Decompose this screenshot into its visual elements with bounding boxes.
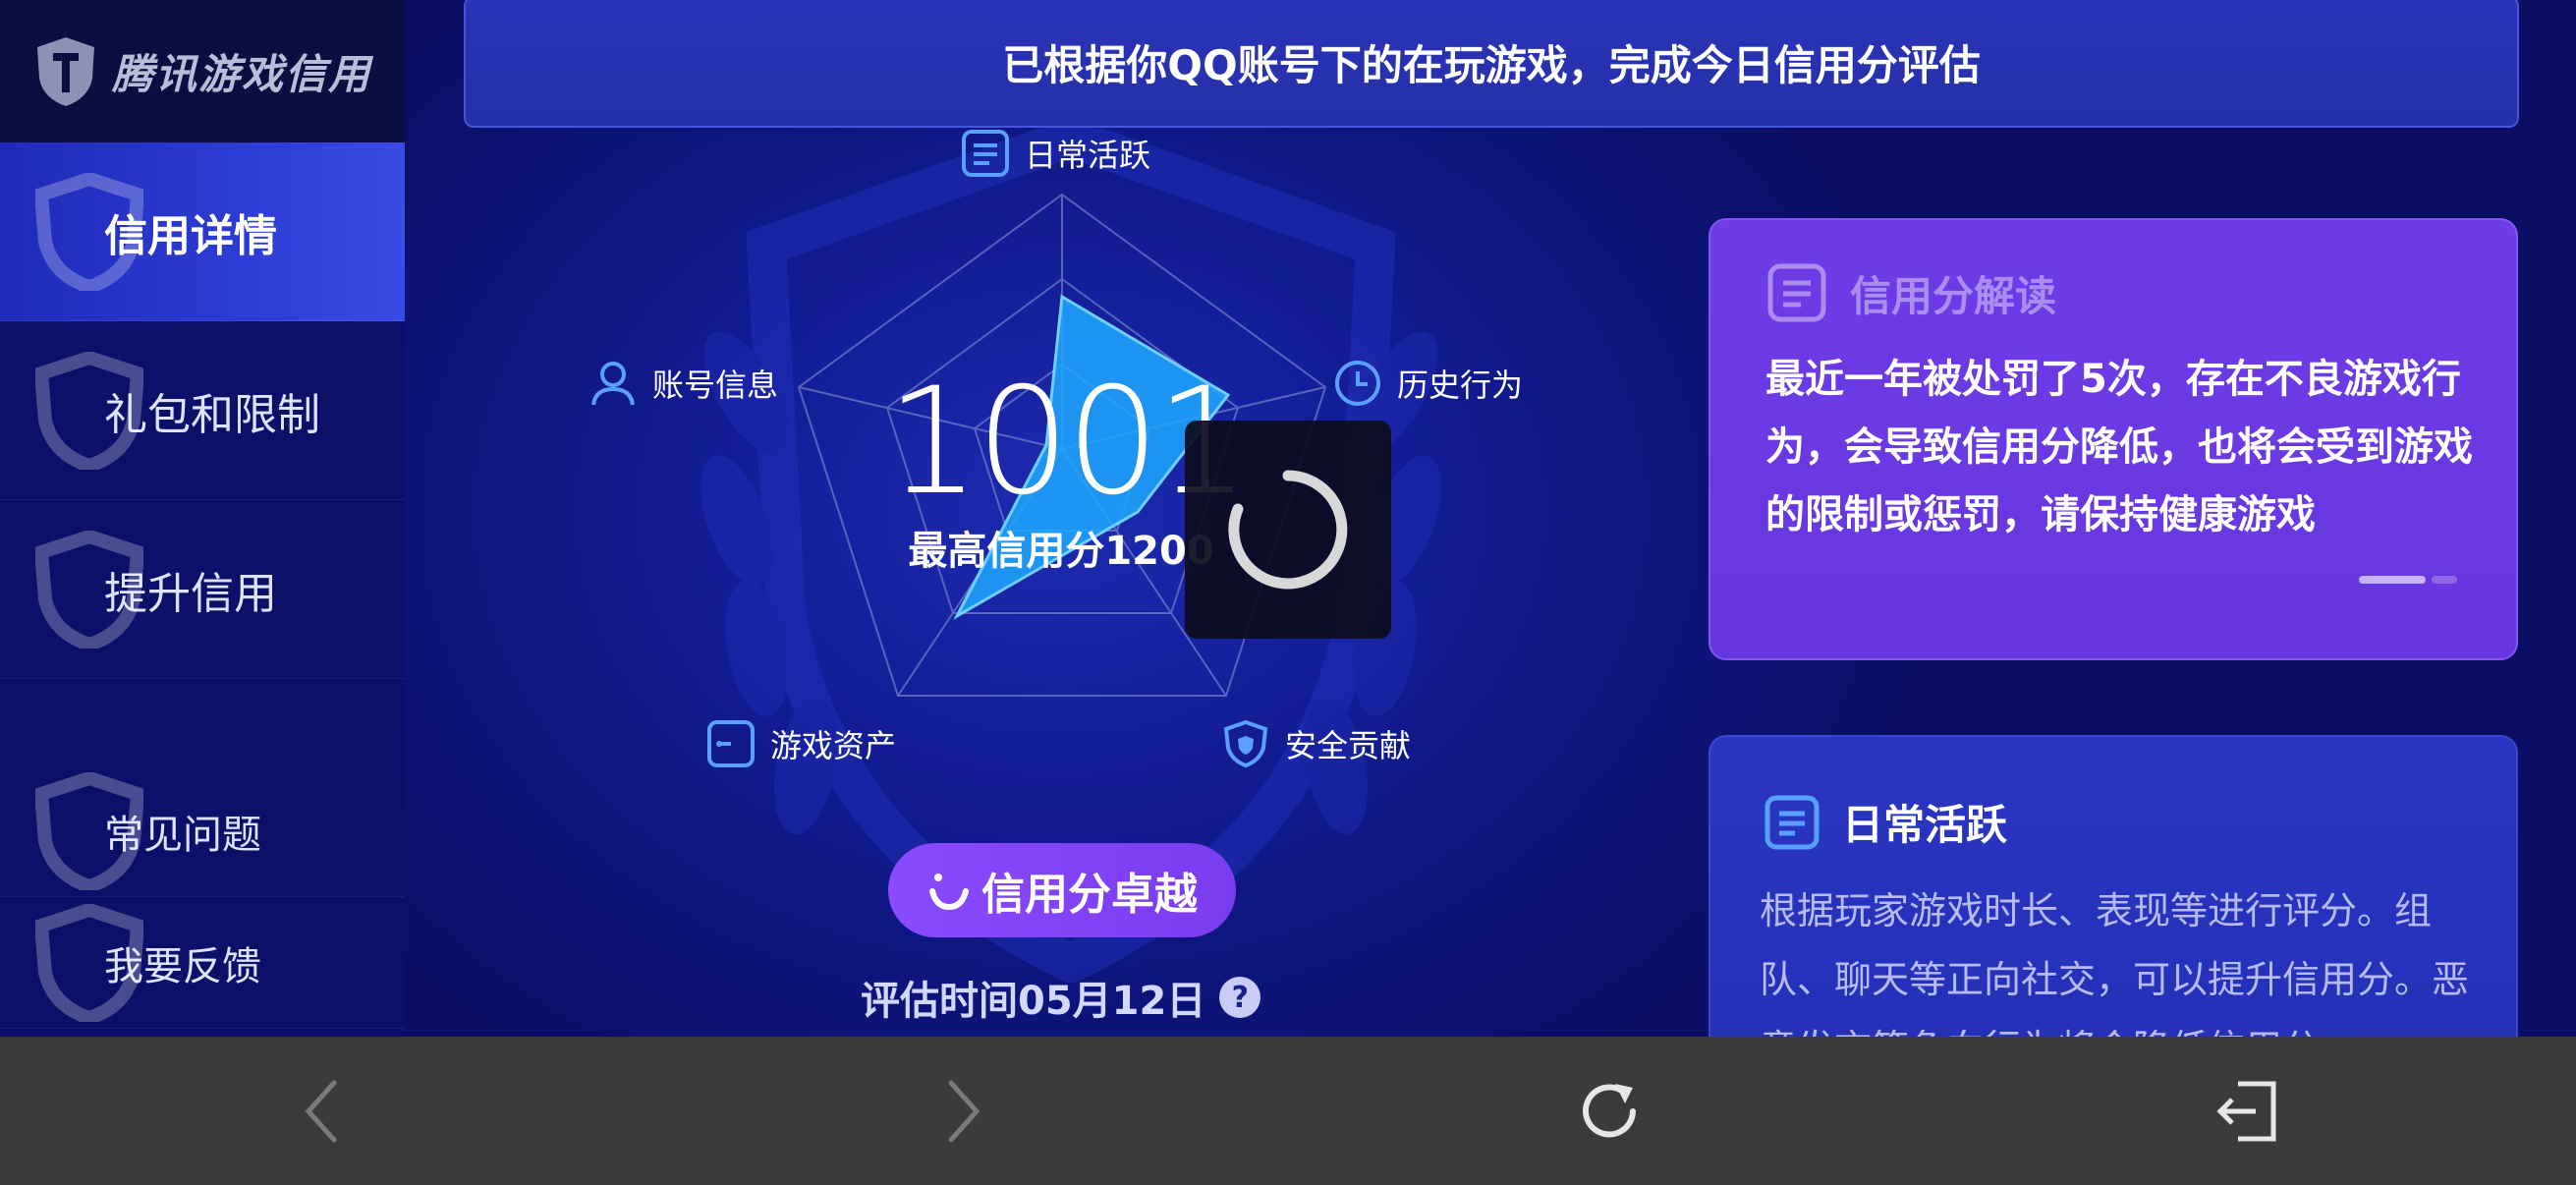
credit-level-button[interactable]: 信用分卓越 [888, 843, 1236, 937]
shield-watermark-icon [35, 904, 143, 1022]
axis-label-text: 游戏资产 [770, 727, 897, 764]
loading-overlay [1185, 421, 1391, 639]
sidebar-item-improve-credit[interactable]: 提升信用 [0, 500, 405, 679]
banner-text: 已根据你QQ账号下的在玩游戏，完成今日信用分评估 [1002, 40, 1981, 89]
loading-spinner-icon [1228, 470, 1348, 590]
sidebar-item-credit-details[interactable]: 信用详情 [0, 142, 405, 321]
document-icon [1764, 795, 1820, 849]
shield-watermark-icon [35, 351, 143, 470]
sidebar-item-gifts-limits[interactable]: 礼包和限制 [0, 321, 405, 500]
document-icon [962, 130, 1009, 177]
shield-watermark-icon [35, 530, 143, 649]
shield-watermark-icon [35, 172, 143, 291]
main-stage: 腾讯游戏信用 信用详情 礼包和限制 提升信用 常见问题 我要反馈 已根据你QQ账… [0, 0, 2576, 1037]
axis-security-contribution: 安全贡献 [1220, 718, 1411, 769]
brand-name: 腾讯游戏信用 [112, 50, 372, 98]
sidebar-item-feedback[interactable]: 我要反馈 [0, 898, 405, 1029]
axis-label-text: 账号信息 [652, 367, 779, 404]
credit-interpretation-card: 信用分解读 最近一年被处罚了5次，存在不良游戏行为，会导致信用分降低，也将会受到… [1708, 218, 2518, 660]
help-icon[interactable]: ? [1219, 977, 1261, 1018]
evaluation-time: 评估时间05月12日 ? [861, 968, 1261, 1027]
card-header: 信用分解读 [1765, 261, 2056, 324]
exit-icon [2216, 1081, 2276, 1142]
axis-label-text: 安全贡献 [1285, 727, 1412, 764]
sidebar-item-faq[interactable]: 常见问题 [0, 766, 405, 897]
refresh-button[interactable] [1562, 1064, 1656, 1158]
evaluation-time-text: 评估时间05月12日 [861, 979, 1206, 1024]
wallet-icon [707, 720, 755, 767]
sidebar: 腾讯游戏信用 信用详情 礼包和限制 提升信用 常见问题 我要反馈 [0, 0, 405, 1037]
forward-button[interactable] [916, 1064, 1010, 1158]
smile-icon [929, 874, 969, 911]
credit-level-label: 信用分卓越 [981, 870, 1198, 920]
document-icon [1767, 263, 1826, 322]
brand-logo-icon [37, 36, 94, 106]
axis-account-info: 账号信息 [588, 358, 778, 409]
axis-daily-activity: 日常活跃 [960, 128, 1150, 179]
forward-icon [948, 1080, 980, 1143]
page-indicator [2359, 576, 2457, 584]
axis-label-text: 历史行为 [1397, 367, 1524, 404]
refresh-icon [1583, 1084, 1636, 1138]
shield-icon [1223, 719, 1268, 768]
shield-watermark-icon [35, 772, 143, 890]
axis-label-text: 日常活跃 [1025, 137, 1151, 174]
axis-history-behavior: 历史行为 [1332, 358, 1523, 409]
exit-button[interactable] [2201, 1064, 2295, 1158]
user-icon [591, 362, 635, 406]
card-header: 日常活跃 [1764, 792, 2007, 852]
card-body-text: 根据玩家游戏时长、表现等进行评分。组队、聊天等正向社交，可以提升信用分。恶意发言… [1760, 889, 2470, 1037]
back-button[interactable] [275, 1064, 369, 1158]
axis-game-assets: 游戏资产 [705, 718, 896, 769]
browser-toolbar [0, 1037, 2576, 1185]
card-body-text: 最近一年被处罚了5次，存在不良游戏行为，会导致信用分降低，也将会受到游戏的限制或… [1765, 357, 2473, 537]
back-icon [305, 1080, 337, 1143]
evaluation-banner: 已根据你QQ账号下的在玩游戏，完成今日信用分评估 [464, 0, 2519, 128]
daily-activity-card: 日常活跃 根据玩家游戏时长、表现等进行评分。组队、聊天等正向社交，可以提升信用分… [1708, 735, 2518, 1037]
card-title: 信用分解读 [1850, 271, 2057, 320]
brand-header: 腾讯游戏信用 [0, 0, 405, 142]
clock-icon [1335, 361, 1380, 406]
card-title: 日常活跃 [1842, 801, 2008, 849]
